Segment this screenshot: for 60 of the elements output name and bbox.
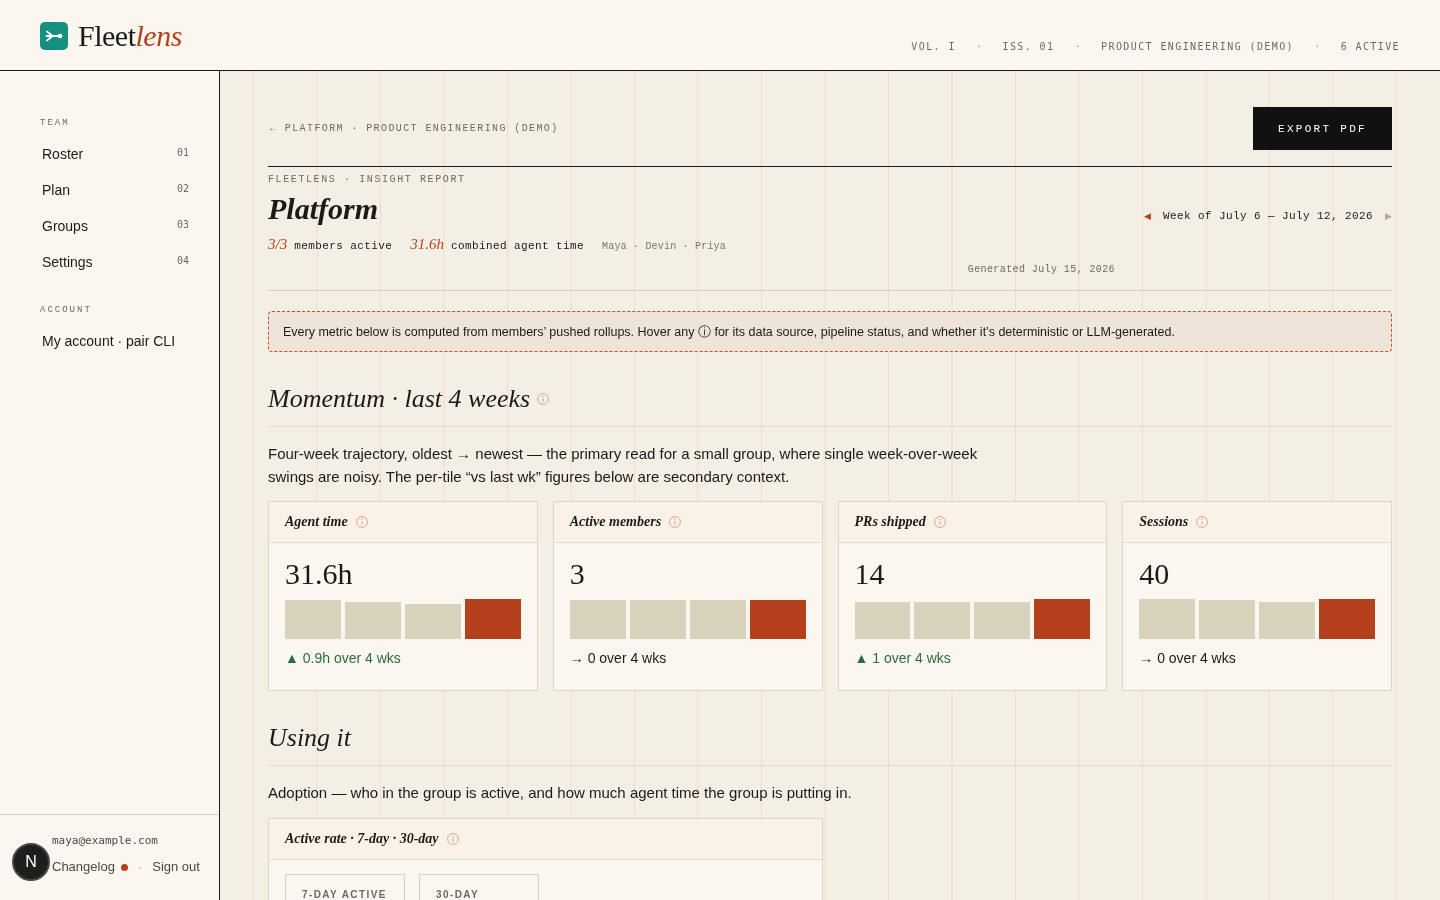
card-title: Agent time <box>285 514 348 530</box>
meta-separator: · <box>1074 40 1082 53</box>
item-number: 03 <box>176 218 189 230</box>
export-pdf-button[interactable]: EXPORT PDF <box>1253 107 1392 150</box>
nav-item[interactable]: Settings 04 <box>40 244 189 280</box>
trend-caption: ▲ 1 over 4 wks <box>854 649 952 667</box>
info-icon[interactable] <box>669 516 682 528</box>
report-title: Platform <box>268 191 379 227</box>
week-label: Week of July 6 — July 12, 2026 <box>1163 210 1374 222</box>
item-number: 02 <box>176 182 189 194</box>
card-title: PRs shipped <box>854 514 926 530</box>
masthead-label: 6 ACTIVE <box>1340 41 1400 52</box>
info-icon[interactable] <box>446 833 459 845</box>
masthead-label: ISS. 01 <box>1002 41 1055 52</box>
changelog-link[interactable]: Changelog <box>52 858 115 876</box>
card-title: Sessions <box>1139 514 1189 530</box>
brand-wordmark: Fleetlens <box>78 19 182 53</box>
summary-stat: 31.6h combined agent time <box>410 235 584 254</box>
panel-label: 30-DAY <box>436 889 481 900</box>
section-heading: Momentum · last 4 weeks <box>268 383 531 415</box>
nav-item[interactable]: Roster 01 <box>40 136 189 172</box>
info-icon[interactable] <box>1196 516 1209 528</box>
item-number: 04 <box>176 254 189 266</box>
member-names: Maya · Devin · Priya <box>602 240 726 254</box>
masthead-label: PRODUCT ENGINEERING (DEMO) <box>1101 41 1294 52</box>
metric-value: 14 <box>854 559 886 589</box>
trend-caption: ▲ 0.9h over 4 wks <box>285 649 402 667</box>
trend-caption: → 0 over 4 wks <box>1139 649 1237 667</box>
metric-value: 3 <box>569 559 586 589</box>
info-notice: Every metric below is computed from members’ pushed rollups. Hover any ⓘ for its data source, pipeline status, and whether it’s deterministic or LLM-generated. <box>268 311 1392 352</box>
nav-section-label: ACCOUNT <box>40 304 93 316</box>
card-title: Active members <box>569 514 662 530</box>
info-icon[interactable] <box>537 393 550 405</box>
panel-label: 7-DAY ACTIVE <box>302 889 388 900</box>
metric-value: 40 <box>1139 559 1171 589</box>
breadcrumb-link[interactable]: ← PLATFORM · PRODUCT ENGINEERING (DEMO) <box>268 123 559 134</box>
meta-separator: · <box>1314 40 1321 53</box>
previous-week-button[interactable]: ◀ <box>1144 210 1152 222</box>
sign-out-link[interactable]: Sign out <box>152 858 200 876</box>
logo-icon <box>40 22 68 50</box>
info-icon[interactable] <box>355 516 368 528</box>
generated-date: Generated July 15, 2026 <box>967 263 1115 277</box>
report-kicker: FLEETLENS · INSIGHT REPORT <box>268 173 467 187</box>
section-description: Four-week trajectory, oldest → newest — the primary read for a small group, where single week-over-week swings are noisy. The per-tile “vs last wk” figures below are secondary context. <box>268 444 979 487</box>
metric-value: 31.6h <box>285 559 354 589</box>
meta-separator: · <box>975 40 983 53</box>
nav-item[interactable]: My account · pair CLI <box>40 323 189 359</box>
section-heading: Using it <box>268 722 352 754</box>
card-title: Active rate · 7-day · 30-day <box>285 831 439 847</box>
nav-item[interactable]: Groups 03 <box>40 208 189 244</box>
item-number: 01 <box>176 146 189 158</box>
user-email: maya@example.com <box>52 834 159 848</box>
trend-caption: → 0 over 4 wks <box>569 649 668 667</box>
masthead-label: VOL. I <box>911 41 956 52</box>
section-description: Adoption — who in the group is active, and how much agent time the group is putting in. <box>268 783 853 803</box>
link-separator: · <box>137 858 143 876</box>
summary-stat: 3/3 members active <box>268 235 393 254</box>
info-icon[interactable] <box>933 516 946 528</box>
nav-section-label: TEAM <box>40 117 71 129</box>
nav-item[interactable]: Plan 02 <box>40 172 189 208</box>
